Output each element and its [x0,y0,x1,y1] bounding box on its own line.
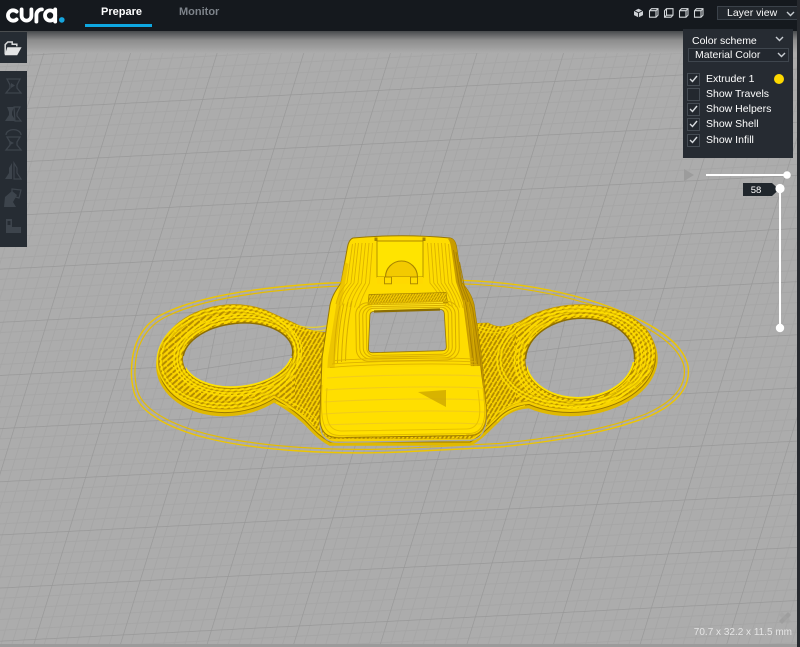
svg-text:58: 58 [751,185,762,196]
